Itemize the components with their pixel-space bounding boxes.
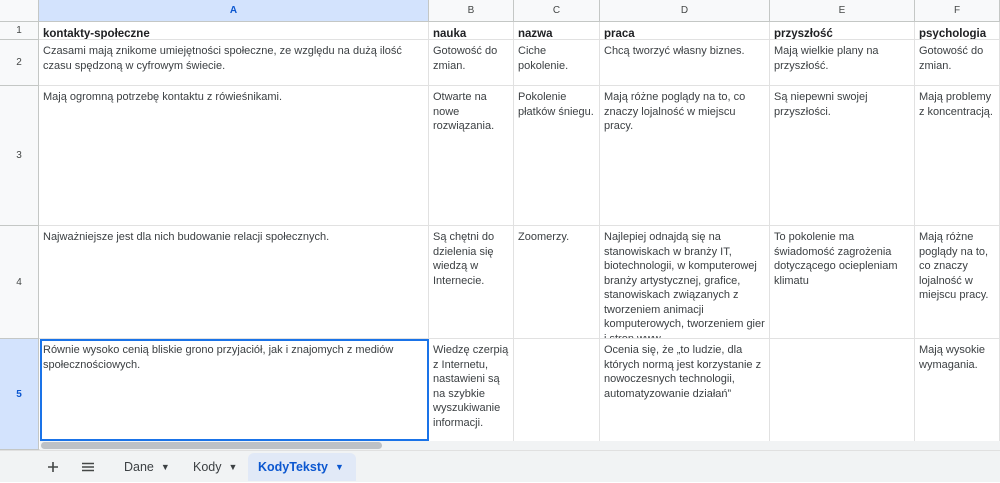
cell-d5[interactable]: Ocenia się, że „to ludzie, dla których n…: [600, 339, 770, 450]
cell-a2[interactable]: Czasami mają znikome umiejętności społec…: [39, 40, 429, 86]
horizontal-scrollbar-thumb[interactable]: [41, 442, 382, 449]
cell-a1[interactable]: kontakty-społeczne: [39, 22, 429, 40]
cell-f4[interactable]: Mają różne poglądy na to, co znaczy loja…: [915, 226, 1000, 339]
cell-b1[interactable]: nauka: [429, 22, 514, 40]
caret-down-icon[interactable]: ▼: [161, 462, 170, 472]
column-header-c[interactable]: C: [514, 0, 600, 22]
cell-e4[interactable]: To pokolenie ma świadomość zagrożenia do…: [770, 226, 915, 339]
all-sheets-button[interactable]: [75, 451, 101, 483]
cell-b2[interactable]: Gotowość do zmian.: [429, 40, 514, 86]
cell-a5[interactable]: Równie wysoko cenią bliskie grono przyja…: [39, 339, 429, 450]
sheet-tab-kodyteksty[interactable]: KodyTeksty ▼: [248, 453, 356, 481]
cell-c2[interactable]: Ciche pokolenie.: [514, 40, 600, 86]
row-header-2[interactable]: 2: [0, 40, 39, 86]
cell-a4[interactable]: Najważniejsze jest dla nich budowanie re…: [39, 226, 429, 339]
menu-icon: [82, 462, 94, 472]
select-all-corner[interactable]: [0, 0, 39, 22]
cell-d4[interactable]: Najlepiej odnajdą się na stanowiskach w …: [600, 226, 770, 339]
cell-c5[interactable]: [514, 339, 600, 450]
cell-b3[interactable]: Otwarte na nowe rozwiązania.: [429, 86, 514, 226]
column-header-d[interactable]: D: [600, 0, 770, 22]
column-header-e[interactable]: E: [770, 0, 915, 22]
row-header-5[interactable]: 5: [0, 339, 39, 450]
cell-e2[interactable]: Mają wielkie plany na przyszłość.: [770, 40, 915, 86]
row-header-3[interactable]: 3: [0, 86, 39, 226]
cell-d3[interactable]: Mają różne poglądy na to, co znaczy loja…: [600, 86, 770, 226]
row-header-4[interactable]: 4: [0, 226, 39, 339]
cell-f2[interactable]: Gotowość do zmian.: [915, 40, 1000, 86]
caret-down-icon[interactable]: ▼: [229, 462, 238, 472]
sheet-tab-label: KodyTeksty: [258, 460, 328, 474]
sheet-tab-label: Kody: [193, 460, 222, 474]
cell-e3[interactable]: Są niepewni swojej przyszłości.: [770, 86, 915, 226]
cell-e5[interactable]: [770, 339, 915, 450]
cell-f3[interactable]: Mają problemy z koncentracją.: [915, 86, 1000, 226]
cell-d2[interactable]: Chcą tworzyć własny biznes.: [600, 40, 770, 86]
cell-f1[interactable]: psychologia: [915, 22, 1000, 40]
cell-c4[interactable]: Zoomerzy.: [514, 226, 600, 339]
cell-a3[interactable]: Mają ogromną potrzebę kontaktu z rówieśn…: [39, 86, 429, 226]
add-sheet-button[interactable]: [40, 451, 66, 483]
sheet-tab-kody[interactable]: Kody ▼: [183, 453, 247, 481]
cell-e1[interactable]: przyszłość: [770, 22, 915, 40]
spreadsheet-grid[interactable]: A B C D E F 1 2 3 4 5 kontakty-społeczne…: [0, 0, 1000, 450]
cell-b5[interactable]: Wiedzę czerpią z Internetu, nastawieni s…: [429, 339, 514, 450]
column-header-a[interactable]: A: [39, 0, 429, 22]
sheet-tab-dane[interactable]: Dane ▼: [114, 453, 180, 481]
sheet-tab-bar: Dane ▼ Kody ▼ KodyTeksty ▼: [0, 450, 1000, 482]
cell-c1[interactable]: nazwa: [514, 22, 600, 40]
sheet-tab-label: Dane: [124, 460, 154, 474]
row-header-1[interactable]: 1: [0, 22, 39, 40]
column-header-f[interactable]: F: [915, 0, 1000, 22]
plus-icon: [48, 462, 58, 472]
cell-f5[interactable]: Mają wysokie wymagania.: [915, 339, 1000, 450]
caret-down-icon[interactable]: ▼: [335, 462, 344, 472]
cell-d1[interactable]: praca: [600, 22, 770, 40]
cell-c3[interactable]: Pokolenie płatków śniegu.: [514, 86, 600, 226]
cell-b4[interactable]: Są chętni do dzielenia się wiedzą w Inte…: [429, 226, 514, 339]
column-header-b[interactable]: B: [429, 0, 514, 22]
